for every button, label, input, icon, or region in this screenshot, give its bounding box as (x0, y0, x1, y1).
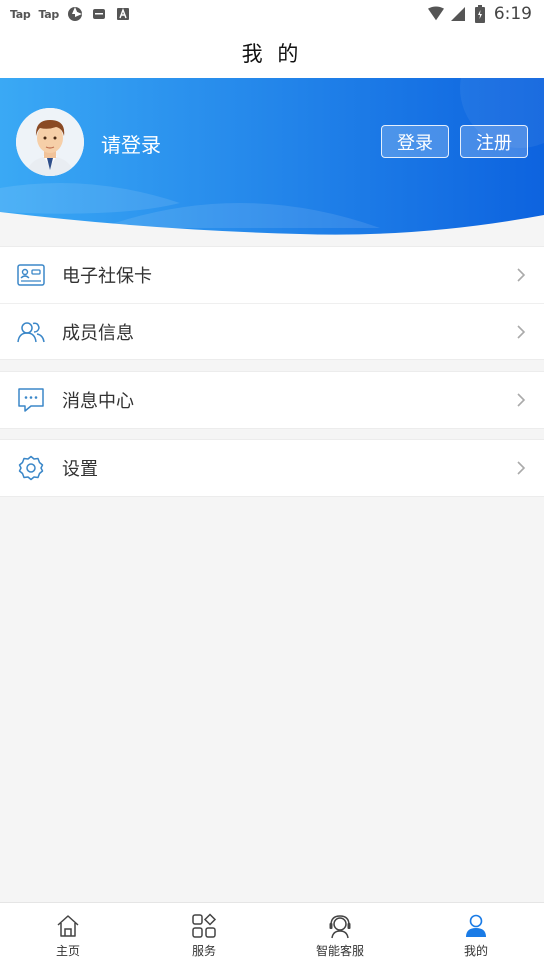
font-icon (115, 6, 131, 22)
menu-group-1: 电子社保卡 成员信息 (0, 246, 544, 360)
menu-item-label: 设置 (62, 459, 98, 480)
storage-icon (91, 6, 107, 22)
signal-icon (450, 6, 466, 22)
nav-customer-service[interactable]: 智能客服 (272, 903, 408, 966)
clock: 6:19 (493, 4, 532, 24)
message-icon (16, 386, 46, 414)
menu-item-label: 成员信息 (62, 322, 134, 344)
chevron-right-icon (517, 325, 526, 339)
taptap-label-2: Tap (38, 7, 59, 21)
nav-label: 智能客服 (315, 944, 364, 958)
menu-item-social-security-card[interactable]: 电子社保卡 (0, 247, 544, 303)
avatar-image (16, 108, 84, 176)
headset-icon (326, 912, 354, 940)
battery-icon (472, 5, 488, 23)
gear-icon (16, 454, 46, 482)
title-bar: 我 的 (0, 28, 544, 78)
nav-home[interactable]: 主页 (0, 903, 136, 966)
login-prompt[interactable]: 请登录 (101, 129, 161, 158)
nav-label: 我的 (463, 944, 488, 958)
chevron-right-icon (517, 268, 526, 282)
menu-item-member-info[interactable]: 成员信息 (0, 303, 544, 359)
menu-item-label: 电子社保卡 (62, 266, 152, 287)
aperture-icon (67, 6, 83, 22)
avatar[interactable] (16, 108, 84, 176)
register-button[interactable]: 注册 (460, 125, 528, 158)
chevron-right-icon (517, 461, 526, 475)
members-icon (16, 318, 46, 346)
nav-label: 服务 (191, 944, 216, 958)
page-title: 我 的 (241, 42, 303, 66)
menu-item-settings[interactable]: 设置 (0, 440, 544, 496)
user-icon (462, 912, 490, 940)
chevron-right-icon (517, 393, 526, 407)
profile-banner: 请登录 登录 注册 (0, 78, 544, 238)
banner-background (0, 78, 544, 238)
status-left: Tap Tap (10, 6, 131, 22)
status-bar: Tap Tap 6:19 (0, 0, 544, 28)
nav-services[interactable]: 服务 (136, 903, 272, 966)
nav-mine[interactable]: 我的 (408, 903, 544, 966)
login-button[interactable]: 登录 (381, 125, 449, 158)
bottom-nav: 主页 服务 智能客服 我的 (0, 902, 544, 966)
menu-item-label: 消息中心 (62, 391, 134, 412)
menu-group-2: 消息中心 (0, 371, 544, 429)
home-icon (54, 912, 82, 940)
menu-item-message-center[interactable]: 消息中心 (0, 372, 544, 428)
taptap-label: Tap (10, 7, 31, 21)
menu-group-3: 设置 (0, 439, 544, 497)
grid-icon (190, 912, 218, 940)
social-security-card-icon (16, 261, 46, 289)
status-right: 6:19 (427, 4, 532, 24)
wifi-icon (427, 6, 444, 22)
nav-label: 主页 (55, 944, 80, 958)
